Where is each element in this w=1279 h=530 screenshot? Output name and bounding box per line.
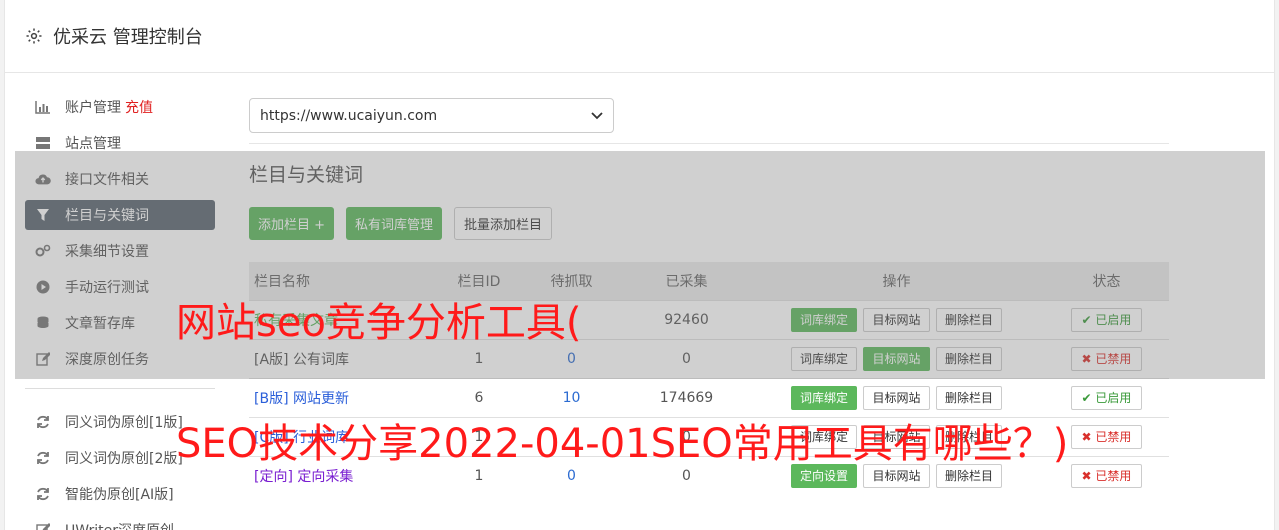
bind-lib-button[interactable]: 词库绑定 xyxy=(791,307,858,332)
action-buttons: 添加栏目 + 私有词库管理 批量添加栏目 xyxy=(249,207,1169,240)
status-enabled-button[interactable]: ✔ 已启用 xyxy=(1070,385,1143,410)
row-collected: 92460 xyxy=(624,299,749,339)
batch-add-button[interactable]: 批量添加栏目 xyxy=(454,207,553,240)
col-header-ops: 操作 xyxy=(749,262,1044,300)
status-enabled-button[interactable]: ✔ 已启用 xyxy=(1070,307,1143,332)
sidebar-item-uwriter[interactable]: UWriter深度原创 xyxy=(25,515,215,530)
recharge-link[interactable]: 充值 xyxy=(125,97,153,117)
sidebar-item-label: 接口文件相关 xyxy=(65,172,149,188)
row-name-text: 公有词库 xyxy=(292,351,349,368)
site-select[interactable]: https://www.ucaiyun.com xyxy=(249,98,614,133)
delete-column-button[interactable]: 删除栏目 xyxy=(935,346,1002,371)
row-status: ✔ 已启用 xyxy=(1044,299,1169,339)
section-title: 栏目与关键词 xyxy=(249,164,364,186)
sidebar-item-label: 采集细节设置 xyxy=(65,244,149,260)
refresh-icon xyxy=(35,450,51,466)
sidebar-item-label: 账户管理 xyxy=(65,100,121,116)
status-disabled-button[interactable]: ✖ 已禁用 xyxy=(1070,424,1143,449)
row-name-text[interactable]: 定向采集 xyxy=(297,469,353,485)
delete-column-button[interactable]: 删除栏目 xyxy=(935,385,1002,410)
bar-chart-icon xyxy=(35,99,51,115)
check-icon: ✔ xyxy=(1081,390,1096,405)
add-column-button[interactable]: 添加栏目 + xyxy=(249,207,335,240)
sidebar-item-label: 同义词伪原创[2版] xyxy=(65,451,183,467)
site-select-value: https://www.ucaiyun.com xyxy=(260,107,438,124)
sidebar-item-ai-rewrite[interactable]: 智能伪原创[AI版] xyxy=(25,479,215,509)
sidebar-divider xyxy=(25,388,215,389)
row-ops: 词库绑定 目标网站 删除栏目 xyxy=(749,338,1044,378)
sidebar-item-deep-original[interactable]: 深度原创任务 xyxy=(25,344,215,374)
refresh-icon xyxy=(35,414,51,430)
check-icon: ✔ xyxy=(1081,312,1096,327)
row-prefix: [B版] xyxy=(254,390,289,407)
sidebar-item-label: UWriter深度原创 xyxy=(65,520,174,530)
gears-icon xyxy=(35,243,51,259)
target-site-button[interactable]: 目标网站 xyxy=(863,307,930,332)
sidebar-item-label: 栏目与关键词 xyxy=(65,208,149,224)
sidebar-item-columns[interactable]: 栏目与关键词 xyxy=(25,200,215,230)
sidebar-item-label: 深度原创任务 xyxy=(65,352,149,368)
bind-lib-button[interactable]: 词库绑定 xyxy=(791,385,858,410)
row-prefix: [定向] xyxy=(254,468,293,485)
col-header-collected: 已采集 xyxy=(624,262,749,300)
status-label: 已禁用 xyxy=(1095,352,1132,366)
row-prefix: [A版] xyxy=(254,351,289,368)
delete-column-button[interactable]: 删除栏目 xyxy=(935,307,1002,332)
status-label: 已禁用 xyxy=(1095,430,1132,444)
row-name-text[interactable]: 网站更新 xyxy=(293,391,349,407)
header: 优采云 管理控制台 xyxy=(5,0,1274,73)
play-icon xyxy=(35,279,51,295)
x-icon: ✖ xyxy=(1081,429,1096,444)
row-ops: 词库绑定 目标网站 删除栏目 xyxy=(749,299,1044,339)
target-site-button[interactable]: 目标网站 xyxy=(863,346,930,371)
sidebar-item-label: 站点管理 xyxy=(65,136,121,152)
refresh-icon xyxy=(35,486,51,502)
edit-icon xyxy=(35,351,51,367)
sidebar-item-account[interactable]: 账户管理 充值 xyxy=(25,92,215,122)
cloud-upload-icon xyxy=(35,171,51,187)
sidebar-item-sites[interactable]: 站点管理 xyxy=(25,128,215,158)
row-status: ✖ 已禁用 xyxy=(1044,338,1169,378)
sidebar-item-label: 手动运行测试 xyxy=(65,280,149,296)
status-label: 已启用 xyxy=(1095,313,1132,327)
sidebar-item-label: 文章暂存库 xyxy=(65,316,135,332)
divider xyxy=(249,143,1169,144)
status-disabled-button[interactable]: ✖ 已禁用 xyxy=(1070,463,1143,488)
console-title: 优采云 管理控制台 xyxy=(53,27,203,48)
x-icon: ✖ xyxy=(1081,468,1096,483)
sidebar-item-label: 同义词伪原创[1版] xyxy=(65,415,183,431)
sidebar-item-label: 智能伪原创[AI版] xyxy=(65,487,174,503)
private-lib-button[interactable]: 私有词库管理 xyxy=(346,207,443,240)
database-icon xyxy=(35,315,51,331)
gear-icon xyxy=(26,28,42,44)
x-icon: ✖ xyxy=(1081,351,1096,366)
row-collected: 0 xyxy=(624,338,749,378)
filter-icon xyxy=(35,207,51,223)
bind-lib-button[interactable]: 词库绑定 xyxy=(791,346,858,371)
sidebar-item-interface[interactable]: 接口文件相关 xyxy=(25,164,215,194)
chevron-down-icon xyxy=(591,111,603,119)
overlay-title-line1: 网站seo竞争分析工具( xyxy=(176,300,582,346)
sidebar-item-collect-settings[interactable]: 采集细节设置 xyxy=(25,236,215,266)
edit-icon xyxy=(35,522,51,530)
status-disabled-button[interactable]: ✖ 已禁用 xyxy=(1070,346,1143,371)
server-icon xyxy=(35,135,51,151)
overlay-title-line2: SEO技术分享2022-04-01SEO常用工具有哪些？) xyxy=(176,421,1069,467)
target-site-button[interactable]: 目标网站 xyxy=(863,385,930,410)
status-label: 已启用 xyxy=(1095,391,1132,405)
col-header-status: 状态 xyxy=(1044,262,1169,300)
status-label: 已禁用 xyxy=(1095,469,1132,484)
